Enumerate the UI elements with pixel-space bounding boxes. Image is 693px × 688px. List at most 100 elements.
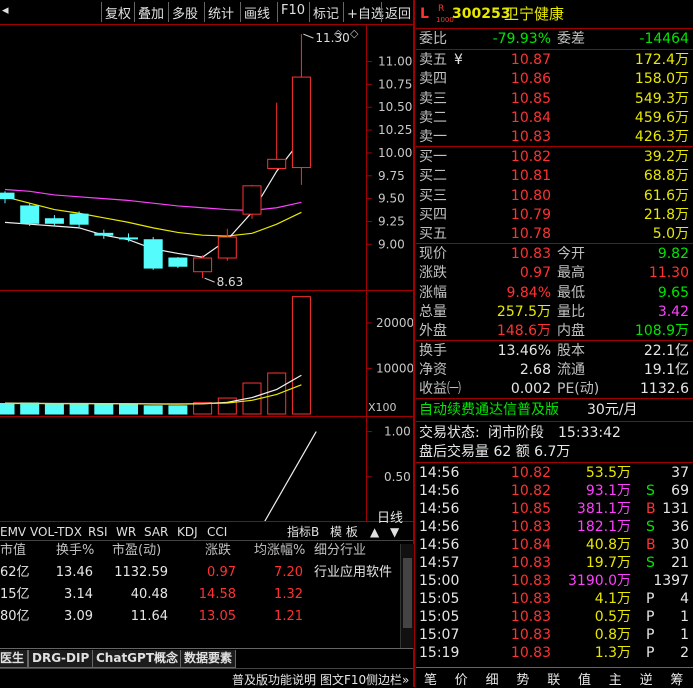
col-market-cap[interactable]: 市值 [0,540,26,562]
table-row[interactable]: 80亿 3.09 11.64 13.05 1.21 [0,606,400,628]
table-cell: 行业应用软件 [314,565,393,580]
indicator-b-button[interactable]: 指标B [287,524,319,540]
order-book-row[interactable]: 买三 10.80 61.6万 [416,187,693,205]
tab-rsi[interactable]: RSI [88,524,108,540]
volume-bar [267,372,287,415]
fund-value: 19.1亿 [643,362,689,378]
fund-value: 22.1亿 [643,343,689,359]
volume-chart[interactable]: 20000 10000 X100 [0,291,414,416]
toolbar-button-0[interactable]: 复权 [105,3,131,22]
toolbar-button-1[interactable]: 叠加 [138,3,164,22]
tick-volume: 19.7万 [585,555,631,571]
order-book-row[interactable]: 买五 10.78 5.0万 [416,225,693,243]
order-book-row[interactable]: 卖一 10.83 426.3万 [416,128,693,146]
level-price: 10.84 [510,109,551,126]
tick-time: 14:56 [419,501,460,517]
scrollbar-thumb[interactable] [403,558,412,628]
order-book-row[interactable]: 卖四 10.86 158.0万 [416,70,693,88]
tick-count: 4 [680,591,689,607]
tick-count: 131 [662,501,689,517]
help-link[interactable]: 普及版功能说明 [232,671,316,688]
right-tab-5[interactable]: 值 [578,669,591,688]
low-marker-label: 8.63 [217,275,244,289]
order-book-row[interactable]: 卖二 10.84 459.6万 [416,109,693,127]
tab-data-elements[interactable]: 数据要素 [180,650,237,668]
tick-row: 14:57 10.83 19.7万 S 21 [416,554,693,572]
tab-drg-dip[interactable]: DRG-DIP [28,650,94,668]
promo-row[interactable]: 自动续费通达信普及版 30元/月 [416,401,693,419]
stat-row: 现价 10.83 今开 9.82 [416,245,693,263]
tab-cci[interactable]: CCI [207,524,227,540]
stat-label: 外盘 [419,323,447,340]
tab-sar[interactable]: SAR [144,524,168,540]
chevron-up-icon[interactable]: ▲ [370,524,379,540]
flag-l: L [420,6,429,22]
right-tab-2[interactable]: 细 [486,669,499,688]
tick-side: S [646,519,655,535]
level-volume: 459.6万 [634,109,689,126]
table-cell: 1.32 [274,587,303,602]
tab-wr[interactable]: WR [116,524,136,540]
volume-bar [119,403,138,415]
right-tab-8[interactable]: 筹 [670,669,683,688]
table-row[interactable]: 15亿 3.14 40.48 14.58 1.32 [0,584,400,606]
toolbar-button-7[interactable]: +自选 [347,3,384,22]
volume-svg: 20000 10000 X100 [0,296,414,415]
price-tick-label: 10.00 [378,146,412,160]
quote-panel: L R 1000 300253 卫宁健康 委比 -79.93% 委差 -1446… [416,0,693,688]
right-tab-6[interactable]: 主 [609,669,622,688]
tab-doctor[interactable]: 医生 [0,650,29,668]
toolbar-button-4[interactable]: 画线 [244,3,270,22]
right-tab-4[interactable]: 联 [547,669,560,688]
tick-count: 30 [671,537,689,553]
right-tab-3[interactable]: 势 [516,669,529,688]
toolbar-button-8[interactable]: 返回 [385,3,411,22]
kline-chart[interactable]: 11.00 10.75 10.50 10.25 10.00 9.75 9.50 9.25 9.0… [0,25,413,290]
toolbar-button-5[interactable]: F10 [281,3,305,18]
order-book-row[interactable]: 买一 10.82 39.2万 [416,148,693,166]
level-label: 卖二 [419,109,447,126]
right-tab-0[interactable]: 笔 [424,669,437,688]
order-ratio-row: 委比 -79.93% 委差 -14464 [416,30,693,48]
toolbar-button-3[interactable]: 统计 [208,3,234,22]
fund-label: 换手 [419,343,447,359]
toolbar-button-6[interactable]: 标记 [313,3,339,22]
scroll-left-icon[interactable]: ◂ [2,3,9,18]
table-row[interactable]: 62亿 13.46 1132.59 0.97 7.20 行业应用软件 [0,562,400,584]
price-tick-label: 10.50 [378,100,412,114]
right-tab-7[interactable]: 逆 [640,669,653,688]
order-book-row[interactable]: 卖五 ¥10.87 172.4万 [416,51,693,69]
tab-vol-tdx[interactable]: VOL-TDX [30,524,82,540]
tick-time: 15:00 [419,573,460,589]
toolbar-separator [101,2,102,22]
promo-price[interactable]: 30元/月 [587,401,638,419]
order-book-row[interactable]: 买四 10.79 21.8万 [416,206,693,224]
template-button[interactable]: 模 板 [330,524,358,540]
level-price: 10.79 [510,206,551,223]
order-book-row[interactable]: 卖三 10.85 549.3万 [416,90,693,108]
col-turnover[interactable]: 换手% [56,540,94,562]
stat-label: 最低 [557,284,585,301]
order-book-row[interactable]: 买二 10.81 68.8万 [416,167,693,185]
promo-text[interactable]: 自动续费通达信普及版 [419,401,559,419]
stat-value: 148.6万 [496,323,551,340]
f10-link[interactable]: 图文F10 [320,671,366,688]
toolbar-button-2[interactable]: 多股 [172,3,198,22]
tab-emv[interactable]: EMV [0,524,26,540]
col-industry[interactable]: 细分行业 [314,540,366,562]
tick-row: 15:05 10.83 0.5万 P 1 [416,608,693,626]
level-volume: 39.2万 [643,149,689,165]
sidebar-toggle[interactable]: 侧边栏» [366,671,409,688]
col-avg-change[interactable]: 均涨幅% [254,540,305,562]
tab-kdj[interactable]: KDJ [177,524,198,540]
indicator-chart[interactable]: 1.00 0.50 [0,418,413,523]
right-tab-1[interactable]: 价 [455,669,468,688]
level-volume: 158.0万 [634,71,689,88]
tab-chatgpt[interactable]: ChatGPT概念 [92,650,183,668]
chevron-down-icon[interactable]: ▼ [390,524,399,540]
col-change[interactable]: 涨跌 [205,540,231,562]
table-scrollbar[interactable] [400,544,414,648]
col-pe[interactable]: 市盈(动) [112,540,161,562]
level-volume: 426.3万 [634,129,689,146]
low-marker-line [204,277,215,283]
